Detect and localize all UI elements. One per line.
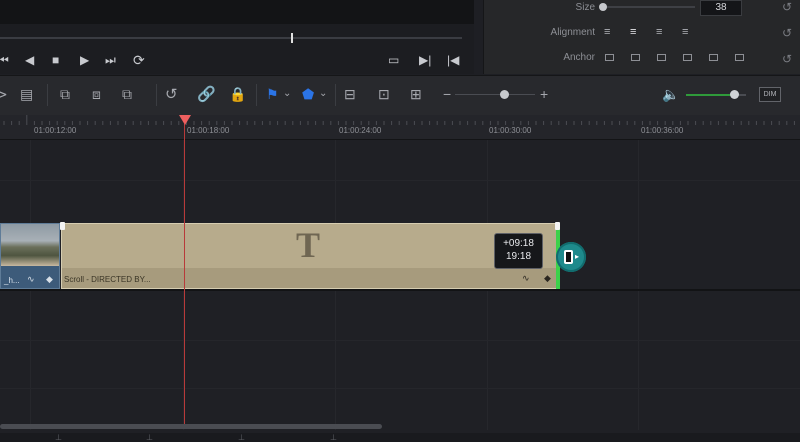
- title-clip-name: Scroll - DIRECTED BY...: [64, 275, 151, 284]
- alignment-label: Alignment: [550, 27, 595, 38]
- marker-dropdown-chevron-icon[interactable]: ⌄: [319, 88, 327, 99]
- timeline-horizontal-scrollbar[interactable]: [0, 424, 382, 429]
- grid-line: [0, 388, 800, 389]
- align-center-icon[interactable]: ≡: [630, 26, 636, 38]
- loop-icon[interactable]: ⟳: [133, 52, 145, 69]
- trim-arrow-icon: ▸: [575, 252, 580, 261]
- anchor-middle-icon[interactable]: [631, 54, 640, 61]
- insert-clip-icon[interactable]: ⧉: [60, 86, 70, 103]
- grid-line: [0, 340, 800, 341]
- viewer-scrubber[interactable]: [0, 37, 462, 39]
- reverse-play-icon[interactable]: ◀: [25, 53, 34, 67]
- size-slider-knob[interactable]: [599, 3, 607, 11]
- flag-icon[interactable]: ⚑: [266, 86, 279, 103]
- anchor-top-icon[interactable]: [605, 54, 614, 61]
- align-right-icon[interactable]: ≡: [656, 26, 662, 38]
- clip-curve-icon: ∿: [27, 274, 35, 284]
- speaker-icon[interactable]: 🔈: [662, 86, 679, 103]
- clip-keyframe-icon: ◆: [46, 274, 53, 284]
- trim-edit-icon[interactable]: ⊳: [0, 86, 8, 103]
- prev-clip-icon[interactable]: |◀: [447, 53, 459, 67]
- title-clip-glyph: T: [296, 225, 321, 265]
- clip-fade-handle-left[interactable]: [60, 222, 65, 230]
- anchor-label: Anchor: [563, 52, 595, 63]
- clip-keyframe-icon: ◆: [544, 273, 551, 283]
- zoom-detail-icon[interactable]: ⊡: [378, 86, 390, 103]
- zoom-custom-icon[interactable]: ⊞: [410, 86, 422, 103]
- ruler-timecode: 01:00:36:00: [641, 126, 684, 135]
- linked-selection-icon[interactable]: 🔗: [197, 85, 216, 103]
- flag-dropdown-chevron-icon[interactable]: ⌄: [283, 88, 291, 99]
- ruler-timecode: 01:00:18:00: [187, 126, 230, 135]
- playhead-line[interactable]: [184, 124, 185, 426]
- grid-line: [638, 140, 639, 430]
- replace-clip-icon[interactable]: ⧉: [122, 86, 132, 103]
- clip-fade-handle-right[interactable]: [555, 222, 560, 230]
- timeline-toolbar: [0, 75, 800, 116]
- anchor-reset-icon[interactable]: ↺: [782, 52, 792, 66]
- match-frame-icon[interactable]: ▭: [388, 53, 399, 67]
- bottom-icon[interactable]: ⊥: [146, 433, 153, 442]
- ruler-timecode: 01:00:24:00: [339, 126, 382, 135]
- size-field[interactable]: 38: [700, 0, 742, 16]
- ruler-timecode: 01:00:12:00: [34, 126, 77, 135]
- trim-duration: 19:18: [505, 251, 532, 262]
- zoom-out-icon[interactable]: −: [443, 86, 451, 102]
- timeline-tracks[interactable]: [0, 140, 800, 442]
- anchor-center-icon[interactable]: [709, 54, 718, 61]
- toolbar-divider: [47, 84, 48, 106]
- overwrite-clip-icon[interactable]: ⧈: [92, 86, 101, 103]
- alignment-reset-icon[interactable]: ↺: [782, 26, 792, 40]
- size-label: Size: [575, 2, 595, 13]
- grid-line: [0, 180, 800, 181]
- dynamic-trim-icon[interactable]: ▤: [20, 86, 33, 103]
- align-left-icon[interactable]: ≡: [604, 26, 610, 38]
- snapping-icon[interactable]: ↺: [165, 85, 178, 103]
- bottom-icon[interactable]: ⊥: [55, 433, 62, 442]
- viewer-image-area: [0, 0, 474, 24]
- next-frame-icon[interactable]: ▶|: [419, 53, 431, 67]
- volume-slider-knob[interactable]: [730, 90, 739, 99]
- bottom-icon[interactable]: ⊥: [330, 433, 337, 442]
- trim-cursor-icon: [564, 250, 573, 264]
- jump-to-start-icon[interactable]: ⏮: [0, 53, 9, 68]
- play-icon[interactable]: ▶: [80, 53, 89, 67]
- bottom-icon[interactable]: ⊥: [238, 433, 245, 442]
- stop-icon[interactable]: ■: [52, 53, 59, 67]
- anchor-right-icon[interactable]: [735, 54, 744, 61]
- anchor-left-icon[interactable]: [683, 54, 692, 61]
- video-clip-name: _h...: [4, 276, 20, 285]
- clip-curve-icon: ∿: [522, 273, 530, 283]
- marker-icon[interactable]: ⬟: [302, 86, 314, 103]
- video-clip[interactable]: _h... ∿ ◆: [0, 223, 60, 289]
- volume-slider[interactable]: [686, 94, 736, 96]
- track-divider[interactable]: [0, 289, 800, 291]
- position-lock-icon[interactable]: 🔒: [229, 86, 246, 103]
- anchor-bottom-icon[interactable]: [657, 54, 666, 61]
- zoom-in-icon[interactable]: +: [540, 86, 548, 102]
- ruler-timecode: 01:00:30:00: [489, 126, 532, 135]
- toolbar-divider: [156, 84, 157, 106]
- trim-tooltip: +09:18 19:18: [494, 233, 543, 269]
- video-clip-thumbnail: [1, 224, 59, 266]
- playhead-head[interactable]: [179, 115, 191, 125]
- dim-button[interactable]: DIM: [759, 87, 781, 102]
- toolbar-divider: [256, 84, 257, 106]
- trim-offset: +09:18: [503, 238, 534, 249]
- size-slider[interactable]: [603, 6, 695, 8]
- zoom-slider[interactable]: [455, 94, 535, 95]
- zoom-slider-knob[interactable]: [500, 90, 509, 99]
- zoom-full-icon[interactable]: ⊟: [344, 86, 356, 103]
- jump-to-end-icon[interactable]: ⏭: [105, 53, 116, 68]
- bottom-toolbar-strip: [0, 433, 800, 442]
- toolbar-divider: [335, 84, 336, 106]
- viewer-scrubber-head[interactable]: [291, 33, 293, 43]
- align-justify-icon[interactable]: ≡: [682, 26, 688, 38]
- size-reset-icon[interactable]: ↺: [782, 0, 792, 14]
